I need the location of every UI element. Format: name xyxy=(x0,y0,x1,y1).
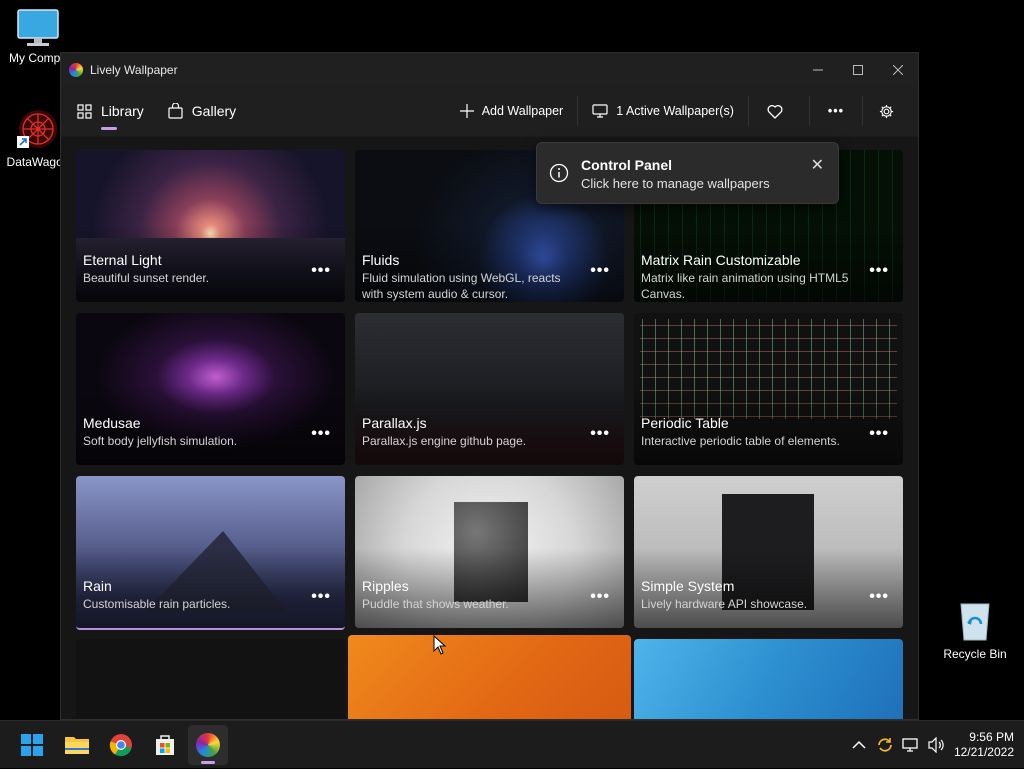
maximize-button[interactable] xyxy=(838,53,878,86)
wallpaper-description: Soft body jellyfish simulation. xyxy=(83,434,238,448)
monitor-icon xyxy=(17,9,59,46)
wallpaper-card-periodic-table[interactable]: Periodic Table Interactive periodic tabl… xyxy=(634,313,903,465)
title-bar[interactable]: Lively Wallpaper xyxy=(61,53,918,86)
network-icon[interactable] xyxy=(902,737,920,753)
lively-logo-icon xyxy=(69,62,83,77)
maximize-icon xyxy=(853,64,863,75)
wallpaper-title: Rain xyxy=(83,578,112,594)
toast-message: Click here to manage wallpapers xyxy=(581,176,770,191)
system-tray: 9:56 PM 12/21/2022 xyxy=(852,721,1014,769)
wallpaper-title: Matrix Rain Customizable xyxy=(641,252,801,268)
close-icon xyxy=(893,64,903,75)
wallpaper-title: Medusae xyxy=(83,415,141,431)
wallpaper-card-eternal-light[interactable]: Eternal Light Beautiful sunset render. •… xyxy=(76,150,345,302)
bag-icon xyxy=(168,103,183,119)
control-panel-toast[interactable]: Control Panel Click here to manage wallp… xyxy=(536,142,839,204)
tab-gallery[interactable]: Gallery xyxy=(168,86,236,136)
favorites-button[interactable] xyxy=(749,86,809,136)
wallpaper-card-parallax[interactable]: Parallax.js Parallax.js engine github pa… xyxy=(355,313,624,465)
settings-button[interactable] xyxy=(863,86,918,136)
more-icon: ••• xyxy=(827,104,844,118)
recycle-bin-icon xyxy=(960,603,990,641)
toast-close-button[interactable]: ✕ xyxy=(811,155,824,175)
windows-logo-icon xyxy=(21,734,43,756)
active-wallpapers-button[interactable]: 1 Active Wallpaper(s) xyxy=(578,86,748,136)
volume-icon[interactable] xyxy=(928,737,946,753)
clock[interactable]: 9:56 PM 12/21/2022 xyxy=(954,730,1014,760)
mouse-cursor-icon xyxy=(433,635,447,655)
gear-icon xyxy=(879,104,894,118)
wallpaper-description: Puddle that shows weather. xyxy=(362,597,509,611)
add-wallpaper-button[interactable]: Add Wallpaper xyxy=(446,86,578,136)
add-wallpaper-label: Add Wallpaper xyxy=(481,104,564,118)
tab-library[interactable]: Library xyxy=(77,86,144,136)
active-wallpapers-label: 1 Active Wallpaper(s) xyxy=(616,104,734,118)
wallpaper-card-ripples[interactable]: Ripples Puddle that shows weather. ••• xyxy=(355,476,624,628)
wallpaper-more-button[interactable]: ••• xyxy=(869,588,889,606)
sync-icon[interactable] xyxy=(876,736,894,754)
wallpaper-card-rain[interactable]: Rain Customisable rain particles. ••• xyxy=(76,476,345,630)
wallpaper-more-button[interactable]: ••• xyxy=(869,425,889,443)
wallpaper-card-simple-system[interactable]: Simple System Lively hardware API showca… xyxy=(634,476,903,628)
wallpaper-more-button[interactable]: ••• xyxy=(311,262,331,280)
wallpaper-card-partial-3[interactable] xyxy=(634,639,903,719)
wallpaper-more-button[interactable]: ••• xyxy=(590,588,610,606)
wallpaper-grid[interactable]: Eternal Light Beautiful sunset render. •… xyxy=(61,137,918,719)
chrome-icon xyxy=(109,734,132,757)
microsoft-store-button[interactable] xyxy=(150,730,180,760)
wallpaper-title: Parallax.js xyxy=(362,415,427,431)
store-icon xyxy=(156,735,174,755)
close-button[interactable] xyxy=(878,53,918,86)
wallpaper-card-partial-2[interactable] xyxy=(348,635,631,719)
datawagon-icon xyxy=(17,110,57,148)
nav-bar: Library Gallery Add Wallpaper 1 Active W… xyxy=(61,86,918,136)
window-title: Lively Wallpaper xyxy=(90,62,178,77)
lively-logo-icon xyxy=(196,733,220,757)
minimize-icon xyxy=(813,69,823,70)
grid-icon xyxy=(77,103,92,119)
chevron-up-icon[interactable] xyxy=(852,740,866,750)
wallpaper-description: Beautiful sunset render. xyxy=(83,271,210,285)
wallpaper-title: Fluids xyxy=(362,252,400,268)
wallpaper-card-medusae[interactable]: Medusae Soft body jellyfish simulation. … xyxy=(76,313,345,465)
desktop-icon-label: Recycle Bin xyxy=(943,647,1007,661)
wallpaper-title: Ripples xyxy=(362,578,409,594)
monitor-icon xyxy=(592,104,608,118)
tab-library-label: Library xyxy=(101,103,144,119)
active-app-indicator xyxy=(201,761,215,764)
wallpaper-more-button[interactable]: ••• xyxy=(311,588,331,606)
clock-date: 12/21/2022 xyxy=(953,745,1014,759)
wallpaper-more-button[interactable]: ••• xyxy=(311,425,331,443)
wallpaper-card-partial-1[interactable] xyxy=(76,639,345,719)
tab-gallery-label: Gallery xyxy=(191,103,237,119)
heart-icon xyxy=(767,104,783,119)
wallpaper-description: Lively hardware API showcase. xyxy=(641,597,808,611)
wallpaper-title: Eternal Light xyxy=(83,252,162,268)
wallpaper-description: Matrix like rain animation using HTML5 C… xyxy=(641,271,849,301)
wallpaper-more-button[interactable]: ••• xyxy=(590,262,610,280)
toast-title: Control Panel xyxy=(581,157,673,173)
file-explorer-button[interactable] xyxy=(62,730,92,760)
desktop-icon-recycle-bin[interactable]: Recycle Bin xyxy=(935,598,1015,661)
wallpaper-description: Customisable rain particles. xyxy=(83,597,231,611)
wallpaper-more-button[interactable]: ••• xyxy=(869,262,889,280)
chrome-button[interactable] xyxy=(106,730,136,760)
folder-icon xyxy=(65,737,89,754)
wallpaper-title: Periodic Table xyxy=(641,415,729,431)
minimize-button[interactable] xyxy=(798,53,838,86)
clock-time: 9:56 PM xyxy=(969,730,1014,744)
start-button[interactable] xyxy=(17,730,47,760)
taskbar: 9:56 PM 12/21/2022 xyxy=(0,720,1024,768)
wallpaper-description: Fluid simulation using WebGL, reacts wit… xyxy=(362,271,561,301)
wallpaper-description: Parallax.js engine github page. xyxy=(362,434,527,448)
more-button[interactable]: ••• xyxy=(810,86,862,136)
plus-icon xyxy=(459,104,474,118)
wallpaper-title: Simple System xyxy=(641,578,735,594)
wallpaper-more-button[interactable]: ••• xyxy=(590,425,610,443)
lively-wallpaper-taskbar-button[interactable] xyxy=(188,725,228,765)
info-icon xyxy=(549,163,569,183)
wallpaper-description: Interactive periodic table of elements. xyxy=(641,434,840,448)
